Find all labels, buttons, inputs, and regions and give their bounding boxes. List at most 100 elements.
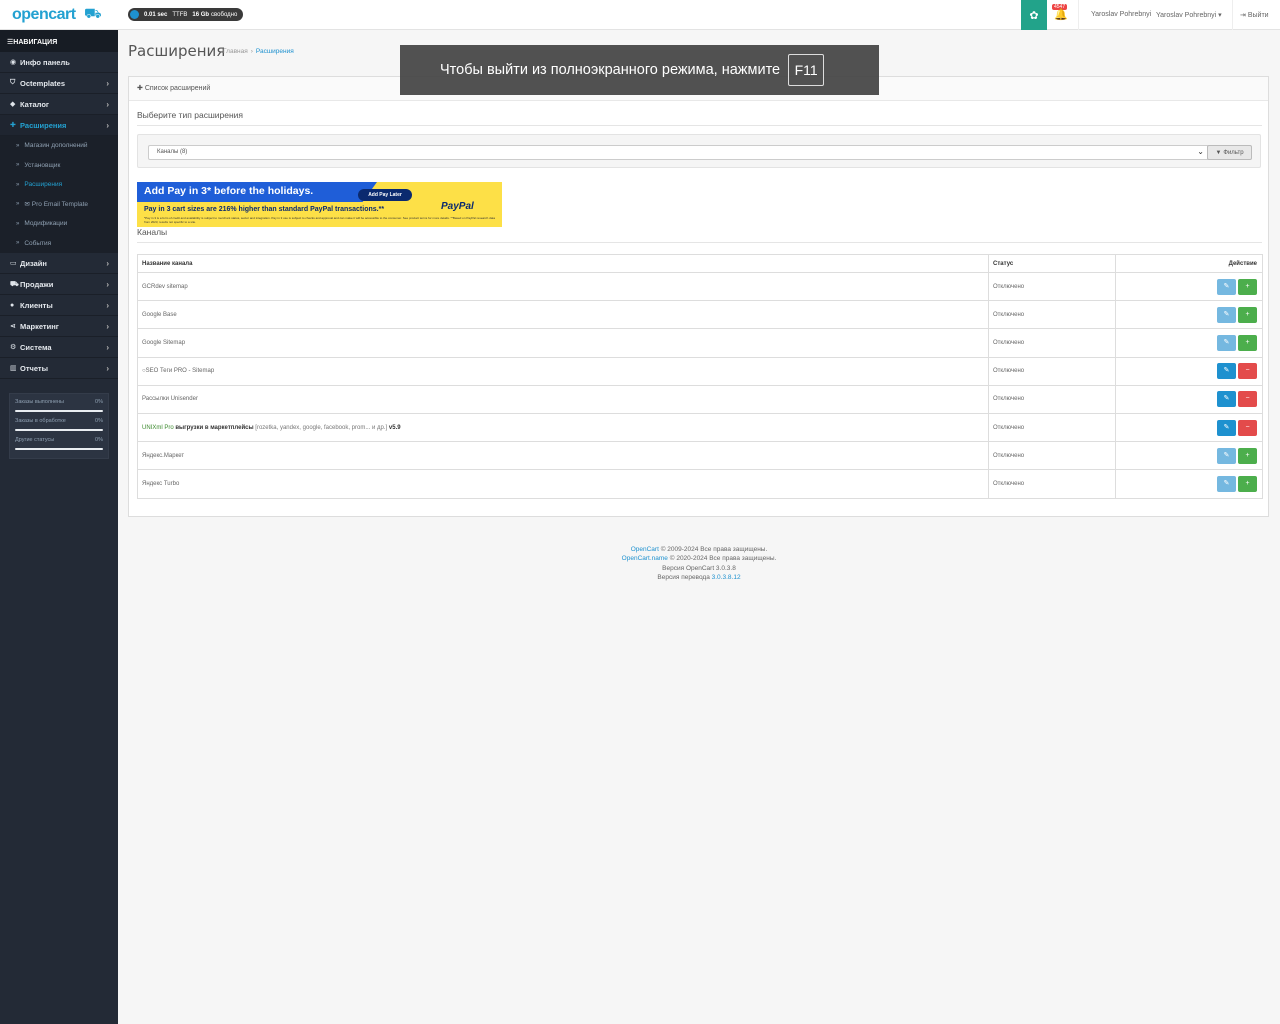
opencart-name-link[interactable]: OpenCart.name	[622, 555, 668, 562]
channels-title: Каналы	[137, 227, 168, 237]
channel-status: Отключено	[988, 356, 1116, 386]
uninstall-button[interactable]: −	[1238, 419, 1257, 436]
table-row: ○SEO Теги PRO - Sitemap Отключено ✎ −	[137, 356, 1263, 386]
sidebar-subitem-label: Pro Email Template	[31, 200, 89, 208]
header-divider	[1078, 0, 1079, 30]
user-name-1[interactable]: Yaroslav Pohrebnyi	[1091, 11, 1151, 18]
sign-out-icon: ⇥	[1240, 12, 1246, 19]
double-chevron-icon: »	[16, 181, 20, 188]
chevron-right-icon: ›	[106, 364, 109, 373]
logout-label: Выйти	[1247, 12, 1269, 19]
sidebar-item-extensions[interactable]: ✚ Расширения ›	[0, 115, 118, 136]
sidebar-subitem-installer[interactable]: » Установщик	[0, 155, 118, 175]
channel-actions: ✎ +	[1115, 271, 1263, 302]
install-button[interactable]: +	[1238, 447, 1257, 464]
breadcrumb-separator: ›	[250, 48, 253, 55]
uninstall-button[interactable]: −	[1238, 391, 1257, 408]
channel-status: Отключено	[988, 469, 1116, 499]
perf-space: 16 Gb	[192, 11, 210, 18]
sidebar-item-marketing[interactable]: ⋖ Маркетинг ›	[0, 316, 118, 337]
main-content: Расширения Главная › Расширения ✚ Список р…	[118, 30, 1280, 1024]
channel-name-bold: выгрузки в маркетплейсы	[175, 424, 254, 431]
edit-button[interactable]: ✎	[1217, 363, 1236, 380]
sidebar-item-label: Octemplates	[20, 78, 66, 88]
sidebar-subitem-marketplace[interactable]: » Магазин дополнений	[0, 136, 118, 156]
chevron-right-icon: ›	[106, 343, 109, 352]
edit-button[interactable]: ✎	[1217, 419, 1236, 436]
stat-progress-bar	[15, 429, 103, 431]
channel-actions: ✎ +	[1115, 469, 1263, 499]
order-stats: Заказы выполнены 0% Заказы в обработке 0% …	[9, 393, 109, 459]
translation-version-link[interactable]: 3.0.3.8.12	[712, 574, 741, 581]
sidebar-subitem-modifications[interactable]: » Модификации	[0, 214, 118, 234]
sidebar-item-label: Расширения	[20, 120, 67, 130]
stat-value: 0%	[95, 437, 103, 443]
double-chevron-icon: »	[16, 201, 20, 208]
stat-label: Заказы выполнены	[15, 399, 64, 405]
sidebar-subitem-label: Модификации	[24, 220, 68, 228]
sidebar-subitem-pro-email[interactable]: » ✉ Pro Email Template	[0, 194, 118, 214]
footer-version: Версия OpenCart 3.0.3.8	[662, 564, 736, 572]
divider	[137, 242, 1262, 243]
opencart-logo[interactable]: opencart	[12, 6, 76, 24]
chevron-right-icon: ›	[106, 280, 109, 289]
openai-icon: ✿	[1029, 9, 1039, 22]
chevron-right-icon: ›	[106, 100, 109, 109]
column-header-name[interactable]: Название канала	[137, 254, 989, 273]
stat-label: Заказы в обработке	[15, 418, 66, 424]
edit-button[interactable]: ✎	[1217, 391, 1236, 408]
breadcrumb-current[interactable]: Расширения	[256, 48, 294, 55]
sidebar-item-system[interactable]: ⚙ Система ›	[0, 337, 118, 358]
assistant-button[interactable]: ✿	[1021, 0, 1047, 30]
sidebar-subitem-extensions[interactable]: » Расширения	[0, 175, 118, 195]
channel-name: GCRdev sitemap	[137, 271, 989, 302]
filter-button[interactable]: ▼ Фильтр	[1207, 145, 1252, 160]
promo-fineprint: *Pay in 3 is a form of credit and availa…	[144, 216, 496, 224]
breadcrumb-home[interactable]: Главная	[223, 48, 248, 55]
extension-type-title: Выберите тип расширения	[137, 110, 244, 120]
opencart-link[interactable]: OpenCart	[631, 546, 659, 553]
breadcrumb: Главная › Расширения	[223, 48, 294, 55]
promo-subline: Pay in 3 cart sizes are 216% higher than…	[144, 206, 385, 213]
channels-table: Название канала Статус Действие GCRdev s…	[137, 254, 1263, 499]
divider	[137, 125, 1262, 126]
cart-icon: ⛟	[10, 280, 19, 288]
sidebar-item-customers[interactable]: ● Клиенты ›	[0, 295, 118, 316]
sidebar-item-design[interactable]: ▭ Дизайн ›	[0, 253, 118, 274]
performance-badge: 0.01 sec TTFB 16 Gb свободно	[128, 8, 244, 21]
sidebar-item-label: Каталог	[20, 99, 50, 109]
bell-icon[interactable]: 🔔	[1054, 8, 1068, 21]
chevron-right-icon: ›	[106, 259, 109, 268]
table-row: Google Base Отключено ✎ +	[137, 300, 1263, 330]
user-name-2: Yaroslav Pohrebnyi	[1156, 12, 1217, 19]
sidebar-item-sales[interactable]: ⛟ Продажи ›	[0, 274, 118, 295]
channel-actions: ✎ −	[1115, 384, 1263, 414]
paypal-promo-banner[interactable]: Add Pay in 3* before the holidays. Add P…	[137, 182, 502, 227]
extension-type-select[interactable]: Каналы (8) ⌄	[148, 145, 1209, 160]
table-row: Яндекс.Маркет Отключено ✎ +	[137, 441, 1263, 471]
chevron-right-icon: ›	[106, 79, 109, 88]
edit-button: ✎	[1217, 278, 1236, 295]
add-pay-later-button[interactable]: Add Pay Later	[358, 189, 412, 201]
install-button[interactable]: +	[1238, 306, 1257, 323]
envelope-icon: ✉	[24, 201, 30, 209]
install-button[interactable]: +	[1238, 278, 1257, 295]
sidebar-subitem-events[interactable]: » События	[0, 233, 118, 253]
perf-free: свободно	[211, 11, 238, 18]
nav-title[interactable]: ☰НАВИГАЦИЯ	[0, 30, 118, 52]
share-icon: ⋖	[10, 323, 16, 330]
install-button[interactable]: +	[1238, 475, 1257, 492]
sidebar-item-label: Продажи	[20, 279, 54, 289]
sidebar: ☰НАВИГАЦИЯ ◉ Инфо панель ⛉ Octemplates › ◆ К…	[0, 30, 118, 1024]
channel-version: v5.9	[388, 424, 401, 431]
nav-title-label: НАВИГАЦИЯ	[13, 39, 58, 46]
uninstall-button[interactable]: −	[1238, 363, 1257, 380]
user-menu[interactable]: Yaroslav Pohrebnyi ▾	[1156, 11, 1222, 19]
sidebar-item-catalog[interactable]: ◆ Каталог ›	[0, 94, 118, 115]
sidebar-item-octemplates[interactable]: ⛉ Octemplates ›	[0, 73, 118, 94]
logout-link[interactable]: ⇥ Выйти	[1240, 11, 1269, 19]
sidebar-item-dashboard[interactable]: ◉ Инфо панель	[0, 52, 118, 73]
install-button[interactable]: +	[1238, 334, 1257, 351]
sidebar-item-reports[interactable]: ▥ Отчеты ›	[0, 358, 118, 379]
stat-row: Заказы выполнены 0%	[15, 399, 103, 405]
